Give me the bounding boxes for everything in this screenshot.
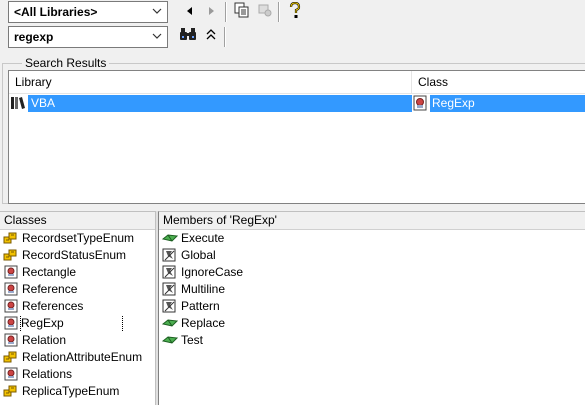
member-item-label: Pattern xyxy=(181,299,220,313)
member-item[interactable]: Test xyxy=(159,332,585,349)
member-item-label: Global xyxy=(181,248,216,262)
search-result-row[interactable]: VBA RegExp xyxy=(9,95,585,112)
class-item-label: RelationAttributeEnum xyxy=(22,350,143,364)
chevron-down-icon[interactable] xyxy=(150,29,164,45)
library-combo-value: <All Libraries> xyxy=(14,5,98,19)
class-icon xyxy=(3,282,19,298)
copy-icon[interactable] xyxy=(232,2,252,22)
member-item-label: Multiline xyxy=(181,282,226,296)
back-icon[interactable] xyxy=(179,2,199,22)
members-panel: Members of 'RegExp' Execute Global IgnoreC… xyxy=(158,211,585,405)
class-item[interactable]: ReplicaTypeEnum xyxy=(0,383,155,400)
horizontal-splitter[interactable] xyxy=(0,205,585,210)
enum-icon xyxy=(3,350,19,366)
class-item-label: RecordsetTypeEnum xyxy=(22,231,135,245)
search-results-list[interactable]: Library Class VBA RegExp xyxy=(8,70,585,204)
column-header-library[interactable]: Library xyxy=(9,71,412,93)
class-item[interactable]: RecordsetTypeEnum xyxy=(0,230,155,247)
search-combo[interactable]: regexp xyxy=(8,26,168,48)
search-result-library: VBA xyxy=(28,95,412,112)
class-item[interactable]: RecordStatusEnum xyxy=(0,247,155,264)
members-list[interactable]: Execute Global IgnoreCase Multiline Pattern R… xyxy=(159,230,585,349)
toolbar-separator xyxy=(225,2,227,22)
member-item[interactable]: Replace xyxy=(159,315,585,332)
member-item[interactable]: Global xyxy=(159,247,585,264)
chevron-down-icon[interactable] xyxy=(150,4,164,20)
view-definition-icon[interactable] xyxy=(255,2,275,22)
classes-panel: Classes RecordsetTypeEnum RecordStatusEnu… xyxy=(0,211,156,405)
library-icon xyxy=(10,95,27,112)
class-icon xyxy=(3,316,19,332)
class-icon xyxy=(3,367,19,383)
class-item-label: Relations xyxy=(22,367,73,381)
class-item-label: ReplicaTypeEnum xyxy=(22,384,120,398)
class-item[interactable]: RegExp xyxy=(0,315,155,332)
forward-icon[interactable] xyxy=(202,2,222,22)
class-item[interactable]: Rectangle xyxy=(0,264,155,281)
enum-icon xyxy=(3,248,19,264)
toolbar-separator xyxy=(224,27,226,47)
enum-icon xyxy=(3,231,19,247)
member-item[interactable]: IgnoreCase xyxy=(159,264,585,281)
class-icon xyxy=(412,95,430,112)
member-item-label: Replace xyxy=(181,316,226,330)
help-icon[interactable] xyxy=(285,1,305,22)
class-icon xyxy=(3,299,19,315)
class-item-label: Reference xyxy=(22,282,78,296)
member-item-label: IgnoreCase xyxy=(181,265,244,279)
classes-title: Classes xyxy=(0,212,155,230)
collapse-icon[interactable] xyxy=(201,27,221,47)
member-item-label: Execute xyxy=(181,231,225,245)
search-combo-value: regexp xyxy=(14,30,54,44)
class-item-label: Rectangle xyxy=(22,265,77,279)
class-item-label: Relation xyxy=(22,333,67,347)
class-item[interactable]: Relations xyxy=(0,366,155,383)
method-icon xyxy=(161,333,179,352)
members-title: Members of 'RegExp' xyxy=(159,212,585,230)
classes-list[interactable]: RecordsetTypeEnum RecordStatusEnum Rectang… xyxy=(0,230,155,400)
member-item[interactable]: Multiline xyxy=(159,281,585,298)
search-result-class: RegExp xyxy=(430,95,585,112)
class-item-label: References xyxy=(22,299,84,313)
class-item[interactable]: Reference xyxy=(0,281,155,298)
class-icon xyxy=(3,265,19,281)
class-item[interactable]: Relation xyxy=(0,332,155,349)
enum-icon xyxy=(3,384,19,400)
search-results-legend: Search Results xyxy=(25,56,107,70)
binoculars-icon[interactable] xyxy=(178,27,198,47)
class-item-label: RecordStatusEnum xyxy=(22,248,127,262)
column-header-class[interactable]: Class xyxy=(412,71,585,93)
search-results-header: Library Class xyxy=(9,71,585,94)
member-item-label: Test xyxy=(181,333,204,347)
member-item[interactable]: Execute xyxy=(159,230,585,247)
class-item[interactable]: References xyxy=(0,298,155,315)
class-icon xyxy=(3,333,19,349)
class-item[interactable]: RelationAttributeEnum xyxy=(0,349,155,366)
library-combo[interactable]: <All Libraries> xyxy=(8,1,168,23)
member-item[interactable]: Pattern xyxy=(159,298,585,315)
class-item-label: RegExp xyxy=(20,315,123,332)
toolbar-separator xyxy=(278,2,280,22)
